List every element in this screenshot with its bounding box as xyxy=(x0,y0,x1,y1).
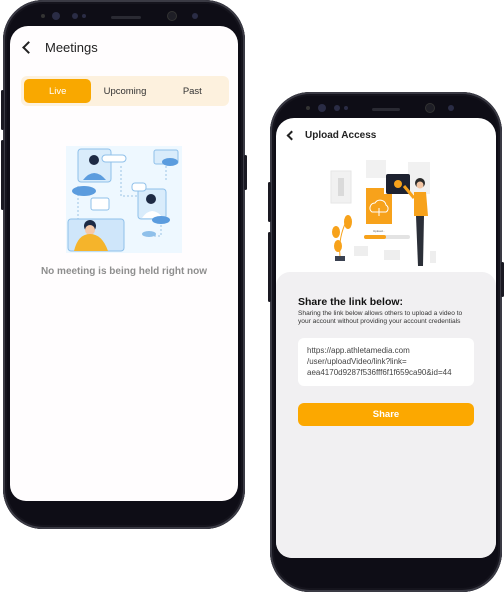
meetings-header: Meetings xyxy=(22,40,238,55)
meeting-tabs: Live Upcoming Past xyxy=(21,76,229,106)
tab-past[interactable]: Past xyxy=(159,79,226,103)
chevron-left-icon[interactable] xyxy=(22,41,35,54)
share-button[interactable]: Share xyxy=(298,403,474,426)
chevron-left-icon[interactable] xyxy=(286,130,297,141)
phone-upload-access: Upload Access Upload... Share the link b… xyxy=(268,92,504,592)
empty-state-message: No meeting is being held right now xyxy=(40,266,208,277)
phone-meetings: Meetings Live Upcoming Past No meeting i… xyxy=(1,0,247,529)
volume-button xyxy=(1,140,4,210)
share-title: Share the link below: xyxy=(298,296,404,308)
share-link-line: https://app.athletamedia.com xyxy=(307,346,410,355)
share-link-line: /user/uploadVideo/link?link= xyxy=(307,357,407,366)
share-link-line: aea4170d9287f536fff6f1f659ca90&id=44 xyxy=(307,368,452,377)
phone-sensor-bar xyxy=(270,104,502,116)
upload-access-screen: Upload Access Upload... Share the link b… xyxy=(276,118,496,558)
upload-header: Upload Access xyxy=(286,130,496,141)
share-link-field[interactable]: https://app.athletamedia.com /user/uploa… xyxy=(298,338,474,386)
volume-button xyxy=(268,182,271,222)
power-button xyxy=(244,155,247,190)
share-panel: Share the link below: Sharing the link b… xyxy=(276,272,496,558)
page-title: Upload Access xyxy=(305,130,377,141)
tab-live[interactable]: Live xyxy=(24,79,92,103)
file-upload-illustration: Upload... xyxy=(330,160,436,266)
share-description: Sharing the link below allows others to … xyxy=(298,310,463,325)
upload-caption: Upload... xyxy=(373,229,385,233)
video-conference-illustration xyxy=(66,146,182,253)
volume-button xyxy=(1,90,4,130)
tab-upcoming[interactable]: Upcoming xyxy=(91,79,158,103)
phone-sensor-bar xyxy=(3,12,245,24)
volume-button xyxy=(268,232,271,302)
meetings-screen: Meetings Live Upcoming Past No meeting i… xyxy=(10,26,238,501)
page-title: Meetings xyxy=(45,40,98,55)
